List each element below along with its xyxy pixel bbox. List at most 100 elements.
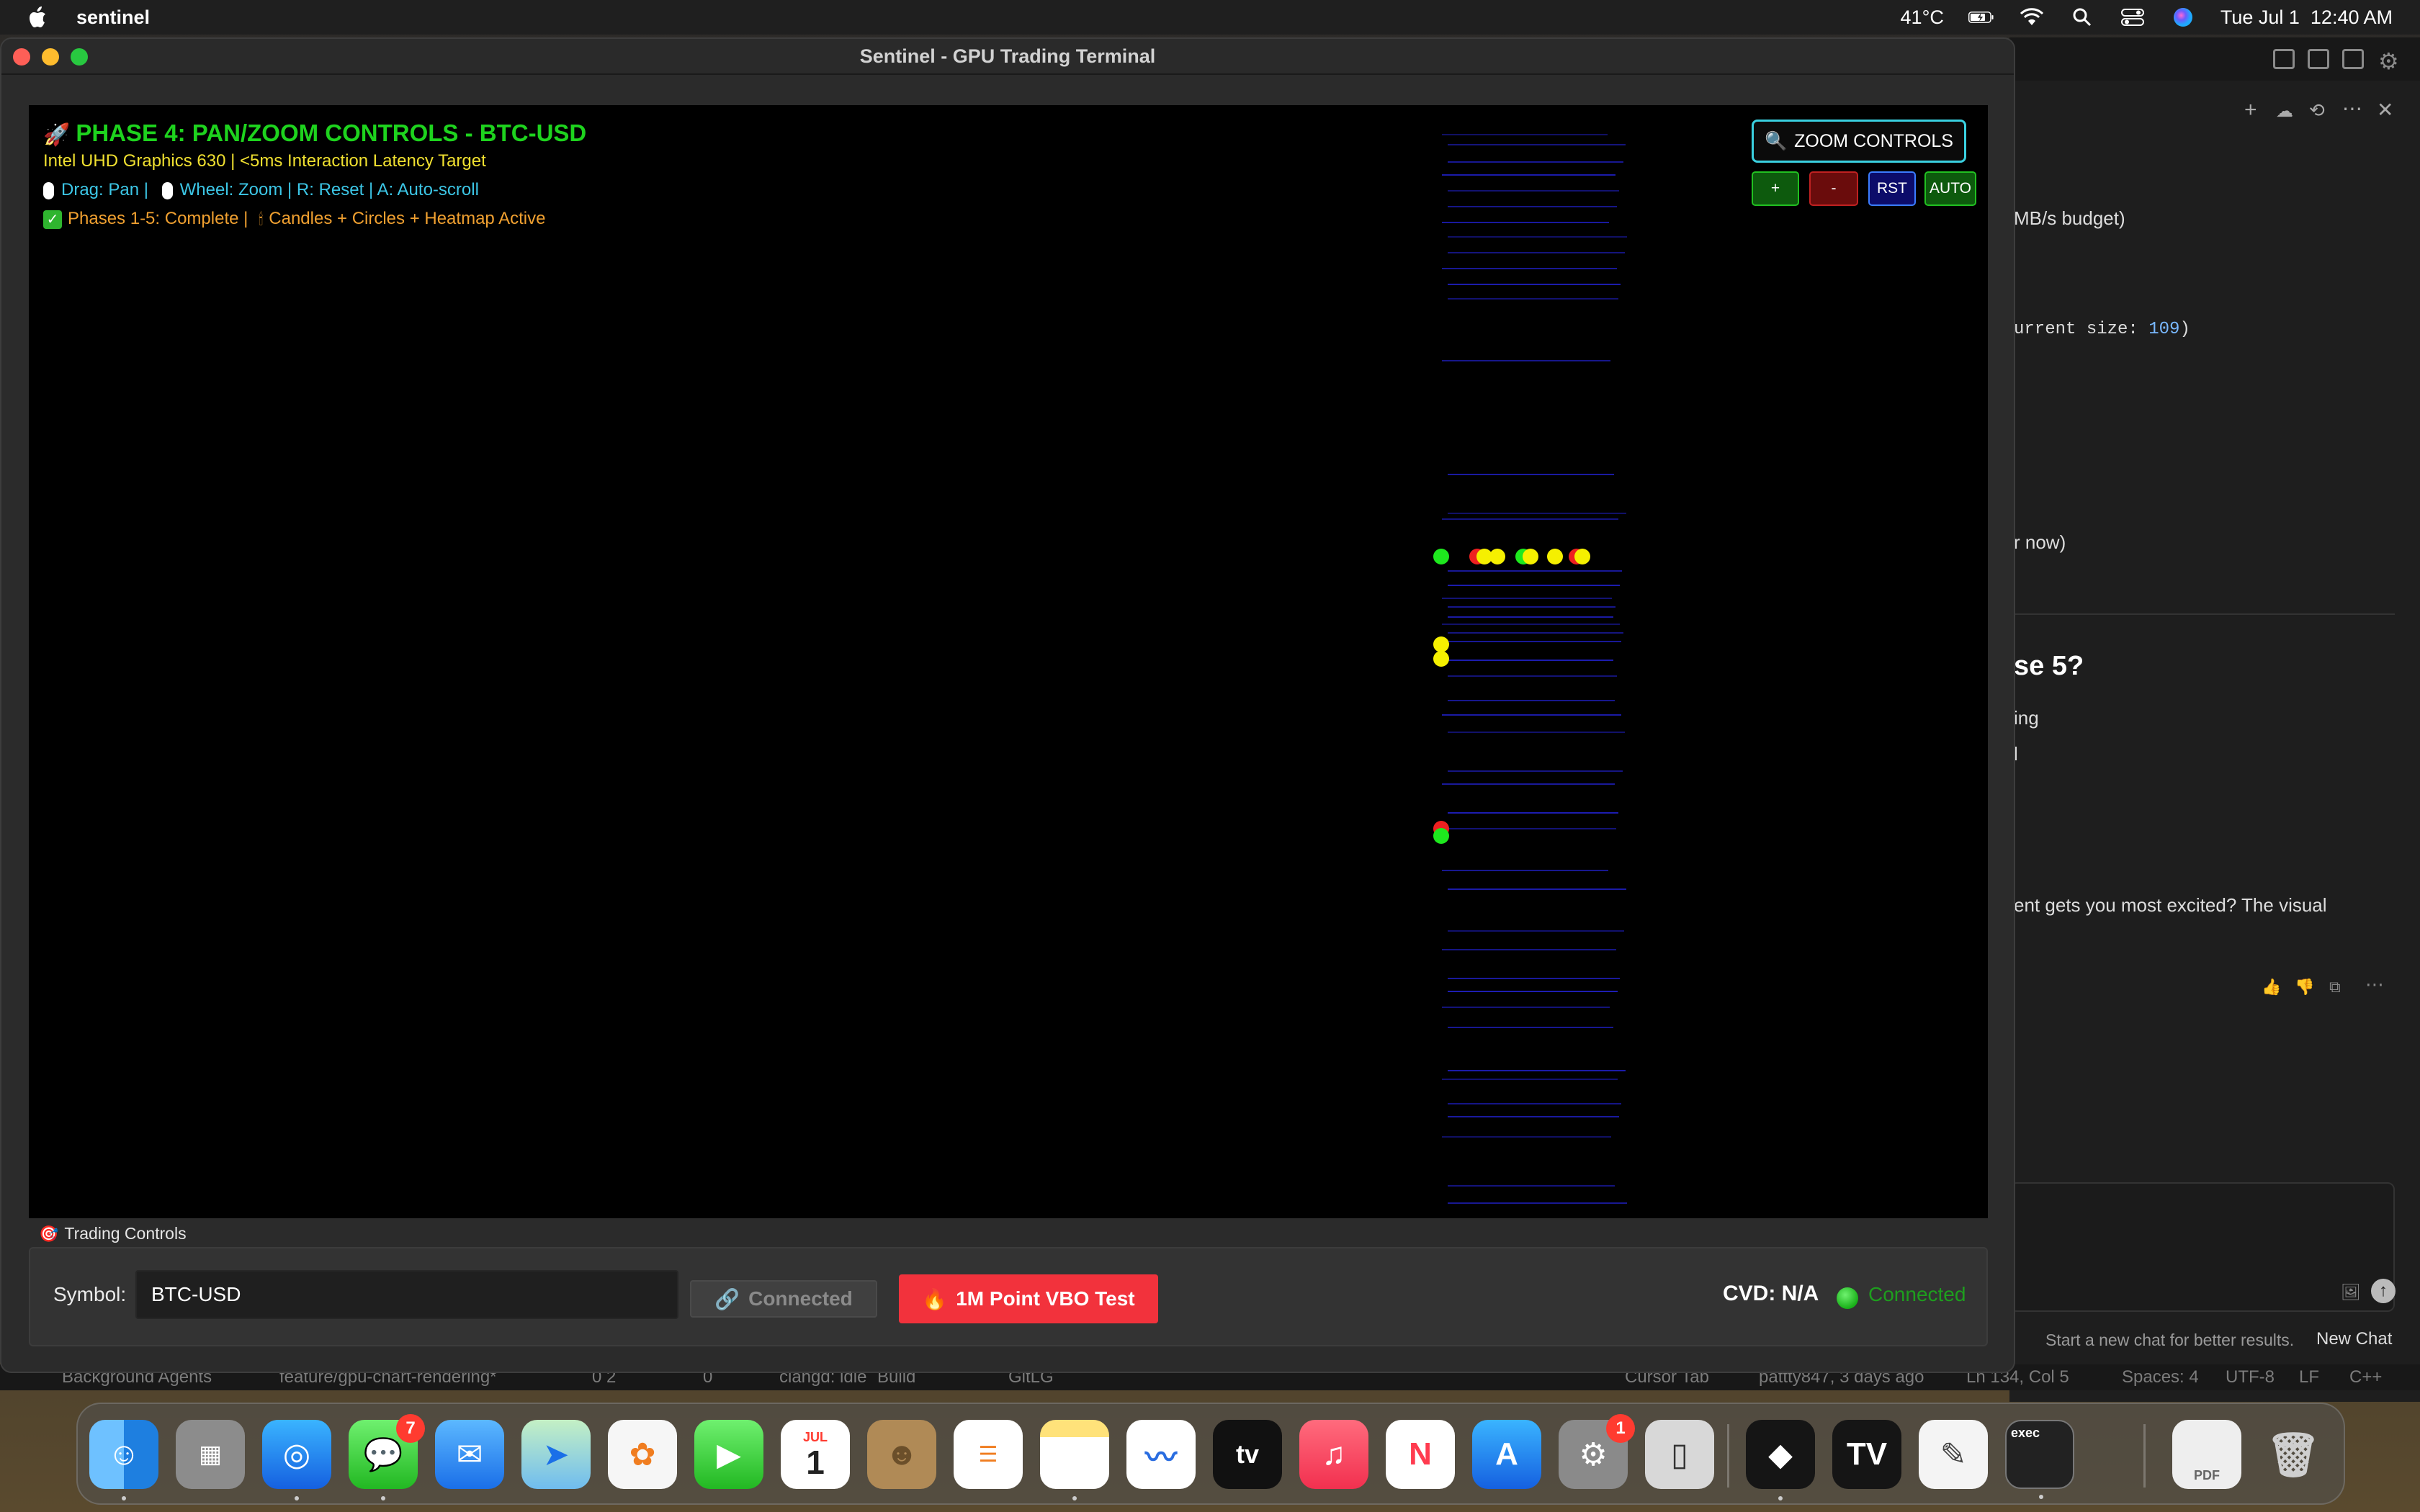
heatmap-line — [1448, 675, 1617, 677]
calendar-day: 1 — [806, 1443, 825, 1481]
more-options-icon[interactable]: ⋯ — [2342, 96, 2362, 120]
chart-phase-title: 🚀 PHASE 4: PAN/ZOOM CONTROLS - BTC-USD — [43, 120, 586, 148]
history-icon[interactable]: ⟲ — [2309, 99, 2325, 122]
spotlight-search-icon[interactable] — [2069, 7, 2095, 27]
photos-icon[interactable]: ✿ — [608, 1420, 677, 1489]
notes-icon[interactable] — [1040, 1420, 1109, 1500]
zoom-window-button[interactable] — [71, 48, 88, 66]
toggle-secondary-sidebar-icon[interactable] — [2342, 49, 2364, 69]
auto-scroll-button[interactable]: AUTO — [1924, 171, 1976, 206]
new-chat-plus-icon[interactable]: + — [2244, 98, 2257, 122]
heatmap-line — [1448, 732, 1625, 733]
new-chat-link[interactable]: New Chat — [2316, 1329, 2392, 1349]
heatmap-line — [1448, 812, 1618, 814]
connect-button[interactable]: 🔗 Connected — [690, 1280, 877, 1318]
heatmap-line — [1448, 144, 1626, 145]
wifi-icon[interactable] — [2019, 7, 2045, 27]
thumbs-down-icon[interactable]: 👎 — [2295, 978, 2314, 996]
iphone-mirroring-icon[interactable]: ▯ — [1645, 1420, 1714, 1489]
music-icon[interactable]: ♫ — [1299, 1420, 1368, 1489]
finder-icon[interactable]: ☺ — [89, 1420, 158, 1500]
symbol-input[interactable] — [135, 1270, 678, 1319]
close-panel-icon[interactable]: ✕ — [2377, 98, 2393, 122]
trash-icon[interactable]: 🗑 — [2259, 1420, 2328, 1489]
calendar-icon[interactable]: JUL 1 — [781, 1420, 850, 1489]
settings-gear-icon[interactable]: ⚙ — [2378, 48, 2399, 75]
send-arrow-icon[interactable]: ↑ — [2371, 1279, 2396, 1303]
cloud-icon[interactable]: ☁ — [2276, 101, 2293, 122]
heatmap-line — [1448, 284, 1621, 285]
message-more-icon[interactable]: ⋯ — [2365, 973, 2384, 996]
messages-running-indicator — [381, 1496, 385, 1500]
heatmap-line — [1442, 949, 1616, 950]
chat-input-box[interactable] — [2009, 1182, 2395, 1312]
heatmap-line — [1448, 828, 1616, 829]
chat-text-budget: MB/s budget) — [2014, 207, 2125, 229]
contacts-icon[interactable]: ☻ — [867, 1420, 936, 1489]
copy-icon[interactable]: ⧉ — [2329, 978, 2341, 996]
cursor-app-icon[interactable]: ◆ — [1746, 1420, 1815, 1500]
news-icon[interactable]: N — [1386, 1420, 1455, 1489]
control-center-icon[interactable] — [2120, 7, 2146, 27]
textedit-icon[interactable]: ✎ — [1919, 1420, 1988, 1489]
toggle-primary-sidebar-icon[interactable] — [2273, 49, 2295, 69]
apple-tv-icon[interactable]: tv — [1213, 1420, 1282, 1489]
messages-badge: 7 — [396, 1414, 425, 1443]
app-name-menu[interactable]: sentinel — [76, 6, 150, 29]
siri-icon[interactable] — [2170, 7, 2196, 27]
heatmap-line — [1448, 513, 1626, 514]
app-store-icon[interactable]: A — [1472, 1420, 1541, 1489]
clock-datetime[interactable]: Tue Jul 1 12:40 AM — [2220, 6, 2393, 29]
battery-icon[interactable] — [1968, 7, 1994, 27]
heatmap-line — [1448, 991, 1618, 992]
safari-icon[interactable]: ◎ — [262, 1420, 331, 1500]
chat-code-size-end: ) — [2179, 320, 2190, 339]
status-spaces[interactable]: Spaces: 4 — [2122, 1367, 2199, 1387]
window-title-bar: Sentinel - GPU Trading Terminal — [1, 39, 2014, 75]
zoom-controls-label: ZOOM CONTROLS — [1794, 130, 1953, 151]
status-encoding[interactable]: UTF-8 — [2226, 1367, 2275, 1387]
sentinel-window: Sentinel - GPU Trading Terminal 🚀 PHASE 4… — [0, 37, 2015, 1373]
chat-text-now: r now) — [2014, 531, 2066, 553]
trade-circle — [1547, 549, 1563, 564]
heatmap-line — [1448, 585, 1620, 586]
menu-bar: sentinel 41°C Tue Jul 1 12:40 AM — [0, 0, 2420, 35]
safari-running-indicator — [295, 1496, 299, 1500]
launchpad-icon[interactable]: ▦ — [176, 1420, 245, 1489]
trading-controls-header: 🎯 Trading Controls — [39, 1224, 187, 1243]
chat-list-item-1: ing — [2014, 707, 2039, 729]
status-eol[interactable]: LF — [2299, 1367, 2319, 1387]
magnifier-icon: 🔍 — [1765, 130, 1788, 151]
zoom-in-button[interactable]: + — [1752, 171, 1799, 206]
heatmap-line — [1442, 714, 1621, 716]
status-language[interactable]: C++ — [2349, 1367, 2382, 1387]
messages-icon[interactable]: 💬 7 — [349, 1414, 425, 1500]
reminders-icon[interactable]: ☰ — [954, 1420, 1023, 1489]
finder-running-indicator — [122, 1496, 126, 1500]
trading-controls-panel: Symbol: 🔗 Connected 🔥 1M Point VBO Test … — [29, 1247, 1988, 1346]
heatmap-line — [1442, 783, 1615, 785]
heatmap-line — [1448, 1070, 1626, 1071]
vbo-test-button[interactable]: 🔥 1M Point VBO Test — [899, 1274, 1158, 1323]
thumbs-up-icon[interactable]: 👍 — [2262, 978, 2281, 996]
terminal-icon[interactable]: exec — [2005, 1420, 2074, 1499]
tradingview-icon[interactable]: TV — [1832, 1420, 1901, 1489]
minimize-window-button[interactable] — [42, 48, 59, 66]
temperature-readout[interactable]: 41°C — [1901, 6, 1944, 29]
heatmap-line — [1442, 174, 1615, 176]
close-window-button[interactable] — [13, 48, 30, 66]
apple-menu-icon[interactable] — [27, 5, 49, 30]
chat-code-size-text: urrent size: — [2014, 320, 2149, 339]
pdf-document-icon[interactable]: PDF — [2172, 1420, 2241, 1489]
facetime-icon[interactable]: ▶ — [694, 1420, 763, 1489]
maps-icon[interactable]: ➤ — [521, 1420, 591, 1489]
system-settings-icon[interactable]: ⚙ 1 — [1559, 1414, 1635, 1489]
gpu-chart-canvas[interactable]: 🚀 PHASE 4: PAN/ZOOM CONTROLS - BTC-USD In… — [29, 105, 1988, 1218]
toggle-panel-icon[interactable] — [2308, 49, 2329, 69]
freeform-icon[interactable]: 〰 — [1126, 1420, 1196, 1489]
attach-image-icon[interactable]: 🖼 — [2341, 1283, 2361, 1302]
zoom-reset-button[interactable]: RST — [1868, 171, 1916, 206]
mail-icon[interactable]: ✉ — [435, 1420, 504, 1489]
fire-icon: 🔥 — [922, 1287, 948, 1310]
zoom-out-button[interactable]: - — [1809, 171, 1858, 206]
